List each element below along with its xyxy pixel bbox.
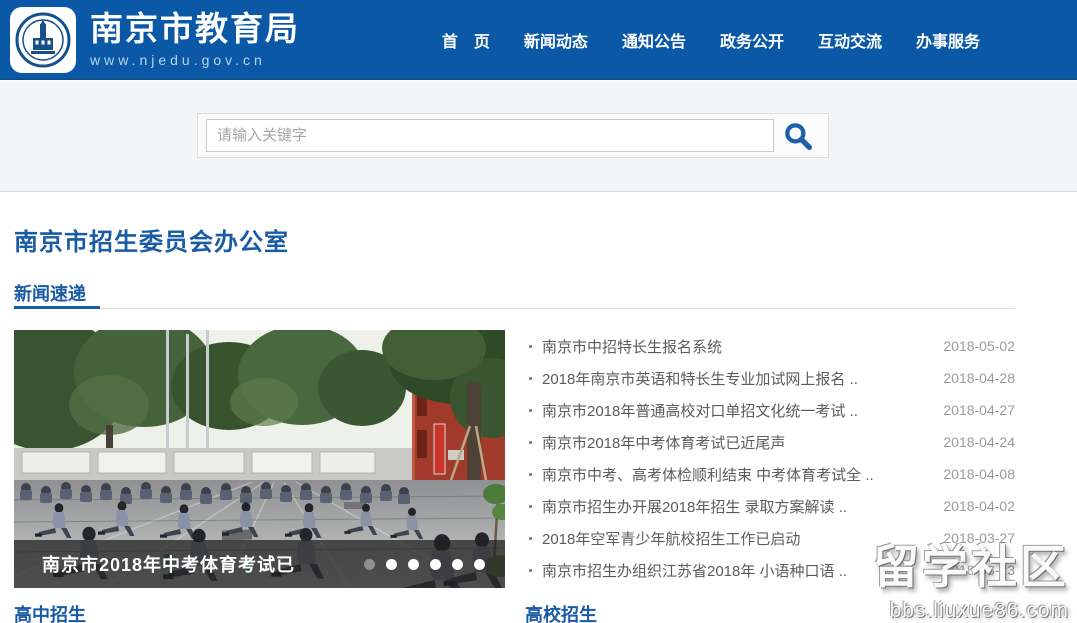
page-title: 南京市招生委员会办公室 <box>14 222 289 257</box>
tab-active-underline <box>14 306 100 309</box>
news-date: 2018-03-23 <box>943 562 1015 578</box>
news-row: 南京市2018年中考体育考试已近尾声 2018-04-24 <box>525 426 1015 458</box>
site-header: 南京市教育局 www.njedu.gov.cn 首 页 新闻动态 通知公告 政务… <box>0 0 1077 80</box>
news-row: 南京市2018年普通高校对口单招文化统一考试 .. 2018-04-27 <box>525 394 1015 426</box>
news-row: 2018年空军青少年航校招生工作已启动 2018-03-27 <box>525 522 1015 554</box>
news-date: 2018-04-08 <box>943 466 1015 482</box>
news-date: 2018-04-27 <box>943 402 1015 418</box>
news-row: 南京市中考、高考体检顺利结束 中考体育考试全 .. 2018-04-08 <box>525 458 1015 490</box>
carousel-dot[interactable] <box>364 559 375 570</box>
search-input[interactable] <box>206 119 774 152</box>
search-band <box>0 82 1077 192</box>
news-link[interactable]: 南京市中招特长生报名系统 <box>542 336 933 357</box>
bullet-icon <box>529 505 532 508</box>
news-date: 2018-04-28 <box>943 370 1015 386</box>
carousel-dot[interactable] <box>386 559 397 570</box>
nav-item-services[interactable]: 办事服务 <box>899 28 997 52</box>
site-name: 南京市教育局 <box>90 11 300 47</box>
news-link[interactable]: 南京市2018年普通高校对口单招文化统一考试 .. <box>542 400 933 421</box>
search-box <box>197 113 829 158</box>
site-logo[interactable] <box>10 7 76 73</box>
news-date: 2018-04-24 <box>943 434 1015 450</box>
carousel-dot[interactable] <box>430 559 441 570</box>
site-url: www.njedu.gov.cn <box>90 52 300 68</box>
main-nav: 首 页 新闻动态 通知公告 政务公开 互动交流 办事服务 <box>425 0 997 80</box>
search-icon <box>782 120 814 152</box>
carousel-dot[interactable] <box>408 559 419 570</box>
news-row: 2018年南京市英语和特长生专业加试网上报名 .. 2018-04-28 <box>525 362 1015 394</box>
news-date: 2018-03-27 <box>943 530 1015 546</box>
bullet-icon <box>529 377 532 380</box>
news-link[interactable]: 南京市招生办开展2018年招生 录取方案解读 .. <box>542 496 933 517</box>
news-row: 南京市招生办开展2018年招生 录取方案解读 .. 2018-04-02 <box>525 490 1015 522</box>
news-link[interactable]: 南京市招生办组织江苏省2018年 小语种口语 .. <box>542 560 933 581</box>
news-link[interactable]: 2018年空军青少年航校招生工作已启动 <box>542 528 933 549</box>
nav-item-interaction[interactable]: 互动交流 <box>801 28 899 52</box>
carousel-dot[interactable] <box>452 559 463 570</box>
bullet-icon <box>529 441 532 444</box>
carousel-dot[interactable] <box>474 559 485 570</box>
news-date: 2018-04-02 <box>943 498 1015 514</box>
news-row: 南京市招生办组织江苏省2018年 小语种口语 .. 2018-03-23 <box>525 554 1015 586</box>
nanjing-education-emblem-icon <box>14 11 72 69</box>
bullet-icon <box>529 537 532 540</box>
news-carousel[interactable]: 南京市2018年中考体育考试已 <box>14 330 505 588</box>
tab-divider <box>14 308 1015 309</box>
section-title-highschool[interactable]: 高中招生 <box>14 601 86 623</box>
news-link[interactable]: 2018年南京市英语和特长生专业加试网上报名 .. <box>542 368 933 389</box>
section-title-university[interactable]: 高校招生 <box>525 601 597 623</box>
bullet-icon <box>529 473 532 476</box>
news-list: 南京市中招特长生报名系统 2018-05-02 2018年南京市英语和特长生专业… <box>525 330 1015 586</box>
watermark-url: bbs.liuxue86.com <box>873 599 1069 623</box>
tab-news-express[interactable]: 新闻速递 <box>14 280 86 306</box>
carousel-caption[interactable]: 南京市2018年中考体育考试已 <box>42 551 295 577</box>
news-date: 2018-05-02 <box>943 338 1015 354</box>
news-link[interactable]: 南京市中考、高考体检顺利结束 中考体育考试全 .. <box>542 464 933 485</box>
nav-item-notices[interactable]: 通知公告 <box>605 28 703 52</box>
news-row: 南京市中招特长生报名系统 2018-05-02 <box>525 330 1015 362</box>
bullet-icon <box>529 569 532 572</box>
nav-item-gov-affairs[interactable]: 政务公开 <box>703 28 801 52</box>
search-button[interactable] <box>774 116 822 156</box>
bullet-icon <box>529 409 532 412</box>
news-link[interactable]: 南京市2018年中考体育考试已近尾声 <box>542 432 933 453</box>
nav-item-news[interactable]: 新闻动态 <box>507 28 605 52</box>
nav-item-home[interactable]: 首 页 <box>425 28 507 52</box>
carousel-dots <box>364 559 485 570</box>
bullet-icon <box>529 345 532 348</box>
